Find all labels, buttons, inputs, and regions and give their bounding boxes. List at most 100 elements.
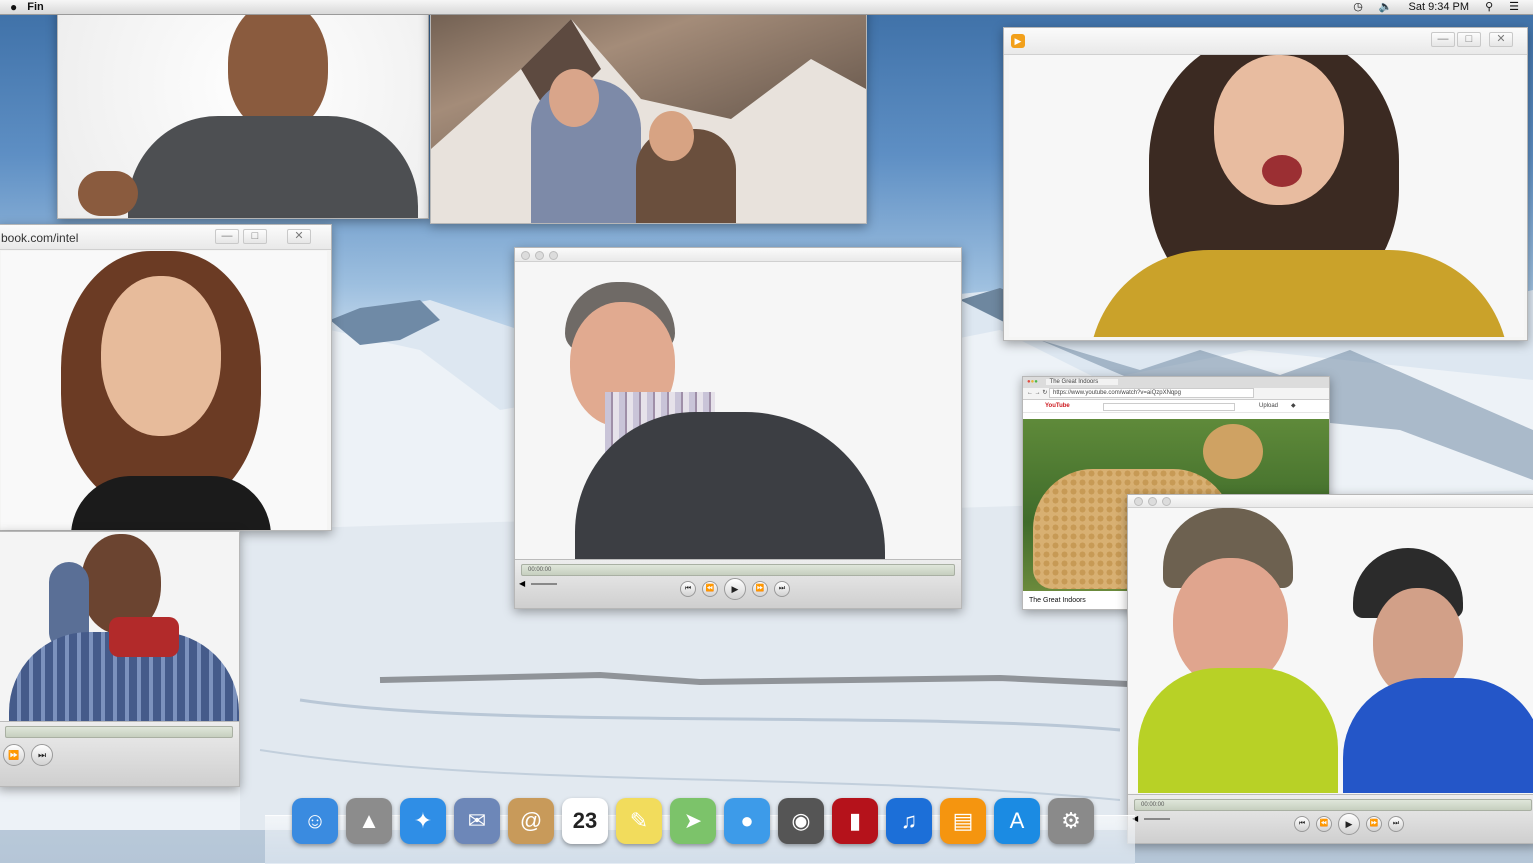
person-head-older <box>549 69 599 127</box>
maximize-button[interactable]: □ <box>243 229 267 244</box>
person-body <box>128 116 418 218</box>
person-top <box>71 476 271 530</box>
app-menu[interactable]: Fin <box>27 0 44 14</box>
go-to-start-button[interactable]: ⏮ <box>1294 816 1310 832</box>
dock-item-launchpad[interactable]: ▲ <box>346 798 392 844</box>
dock-item-maps[interactable]: ➤ <box>670 798 716 844</box>
rocket-icon: ▲ <box>358 808 380 833</box>
play-button[interactable]: ▶ <box>1338 813 1360 835</box>
minimize-light[interactable] <box>1148 497 1157 506</box>
youtube-search-input[interactable] <box>1103 403 1235 411</box>
speech-bubbles-icon: ● <box>740 808 754 833</box>
app-store-icon: A <box>1009 808 1025 833</box>
dock-item-facetime[interactable]: ◉ <box>778 798 824 844</box>
close-button[interactable]: ✕ <box>1489 32 1513 47</box>
reload-icon[interactable]: ↻ <box>1042 390 1047 396</box>
dock-item-safari[interactable]: ✦ <box>400 798 446 844</box>
window-player-left[interactable]: ⏩ ⏭ <box>0 531 240 787</box>
window-player-center[interactable]: 00:00:00 ◀ ⏮ ⏪ ▶ ⏩ ⏭ <box>514 247 962 609</box>
menu-bar: ● Fin ◷ 🔈 Sat 9:34 PM ⚲ ☰ <box>0 0 1533 15</box>
menubar-clock[interactable]: Sat 9:34 PM <box>1409 0 1470 14</box>
address-bar-row: ← → ↻ https://www.youtube.com/watch?v=ai… <box>1023 388 1329 400</box>
upload-button[interactable]: Upload <box>1259 401 1278 412</box>
photo-woman-smiling <box>1 251 327 530</box>
tab-title[interactable]: The Great Indoors <box>1045 379 1119 385</box>
bell-icon[interactable]: ◆ <box>1291 401 1296 412</box>
volume-icon[interactable]: 🔈 <box>1379 0 1393 14</box>
scrubber-track[interactable]: 00:00:00 <box>1134 799 1532 811</box>
go-to-end-button[interactable]: ⏭ <box>1388 816 1404 832</box>
address-field[interactable]: https://www.youtube.com/watch?v=aiQzpXNq… <box>1049 388 1255 398</box>
zoom-light[interactable] <box>1162 497 1171 506</box>
scrubber-track[interactable]: 00:00:00 <box>521 564 955 576</box>
spotlight-icon[interactable]: ⚲ <box>1485 0 1493 14</box>
minimize-button[interactable]: — <box>215 229 239 244</box>
apple-menu-icon[interactable]: ● <box>10 0 17 14</box>
person-right-jacket <box>1343 678 1533 793</box>
dock-item-photo-booth[interactable]: ▮ <box>832 798 878 844</box>
timecode: 00:00:00 <box>1141 802 1165 808</box>
finder-icon: ☺ <box>303 808 327 833</box>
person-left-jacket <box>1138 668 1338 793</box>
fast-forward-button[interactable]: ⏩ <box>1366 816 1382 832</box>
dock-item-contacts[interactable]: @ <box>508 798 554 844</box>
photo-framed-mountain <box>431 0 866 223</box>
scrubber-track[interactable] <box>5 726 233 738</box>
window-photo-man-bald[interactable] <box>57 0 429 219</box>
back-icon[interactable]: ← <box>1027 390 1033 396</box>
dock-item-notes[interactable]: ✎ <box>616 798 662 844</box>
rewind-button[interactable]: ⏪ <box>1316 816 1332 832</box>
photo-bald-man <box>58 0 428 218</box>
go-to-start-button[interactable]: ⏮ <box>680 581 696 597</box>
url-fragment: book.com/intel <box>1 231 79 245</box>
window-browser-woman[interactable]: book.com/intel — □ ✕ <box>0 224 332 531</box>
zoom-light[interactable] <box>549 251 558 260</box>
notes-icon: ✎ <box>629 808 649 833</box>
notification-icon[interactable]: ☰ <box>1509 0 1519 14</box>
minimize-light[interactable] <box>535 251 544 260</box>
forward-icon[interactable]: → <box>1035 390 1041 396</box>
close-light[interactable] <box>1134 497 1143 506</box>
youtube-logo[interactable]: YouTube <box>1045 403 1070 409</box>
minimize-button[interactable]: — <box>1431 32 1455 47</box>
window-player-right[interactable]: 00:00:00 ◀ ⏮ ⏪ ▶ ⏩ ⏭ <box>1127 494 1533 844</box>
player-controls: 00:00:00 ◀ ⏮ ⏪ ▶ ⏩ ⏭ <box>515 559 961 608</box>
photo-two-men-beanies <box>1128 508 1533 793</box>
play-button[interactable]: ▶ <box>724 578 746 600</box>
volume-slider[interactable] <box>531 583 557 585</box>
volume-icon[interactable]: ◀ <box>519 579 525 588</box>
browser-tab-bar: ●●● The Great Indoors <box>1023 377 1329 388</box>
window-photo-mountain-frame[interactable] <box>430 0 867 224</box>
photo-man-cardigan <box>515 262 961 560</box>
compass-icon: ✦ <box>413 808 433 833</box>
player-controls: 00:00:00 ◀ ⏮ ⏪ ▶ ⏩ ⏭ <box>1128 794 1533 843</box>
dock-item-system-preferences[interactable]: ⚙ <box>1048 798 1094 844</box>
person-mouth <box>1262 155 1302 187</box>
dock-item-itunes[interactable]: ♫ <box>886 798 932 844</box>
music-note-icon: ♫ <box>900 808 918 833</box>
maximize-button[interactable]: □ <box>1457 32 1481 47</box>
address-book-icon: @ <box>519 808 543 833</box>
fast-forward-button[interactable]: ⏩ <box>3 744 25 766</box>
rewind-button[interactable]: ⏪ <box>702 581 718 597</box>
fast-forward-button[interactable]: ⏩ <box>752 581 768 597</box>
video-title[interactable]: The Great Indoors <box>1029 597 1086 604</box>
player-app-icon: ▶ <box>1011 34 1025 48</box>
close-button[interactable]: ✕ <box>287 229 311 244</box>
dock-item-messages[interactable]: ● <box>724 798 770 844</box>
dock-item-ibooks[interactable]: ▤ <box>940 798 986 844</box>
person-yellow-top <box>1089 250 1509 337</box>
dock-item-calendar[interactable]: 23 <box>562 798 608 844</box>
dock-item-finder[interactable]: ☺ <box>292 798 338 844</box>
gear-icon: ⚙ <box>1061 808 1081 833</box>
volume-slider[interactable] <box>1144 818 1170 820</box>
dock-item-app-store[interactable]: A <box>994 798 1040 844</box>
close-light[interactable] <box>521 251 530 260</box>
go-to-end-button[interactable]: ⏭ <box>774 581 790 597</box>
dock-item-mail[interactable]: ✉ <box>454 798 500 844</box>
window-photo-woman-surprised[interactable]: ▶ — □ ✕ <box>1003 27 1528 341</box>
stamp-icon: ✉ <box>467 808 487 833</box>
traffic-lights <box>1134 497 1171 506</box>
time-machine-icon[interactable]: ◷ <box>1353 0 1363 14</box>
go-to-end-button[interactable]: ⏭ <box>31 744 53 766</box>
